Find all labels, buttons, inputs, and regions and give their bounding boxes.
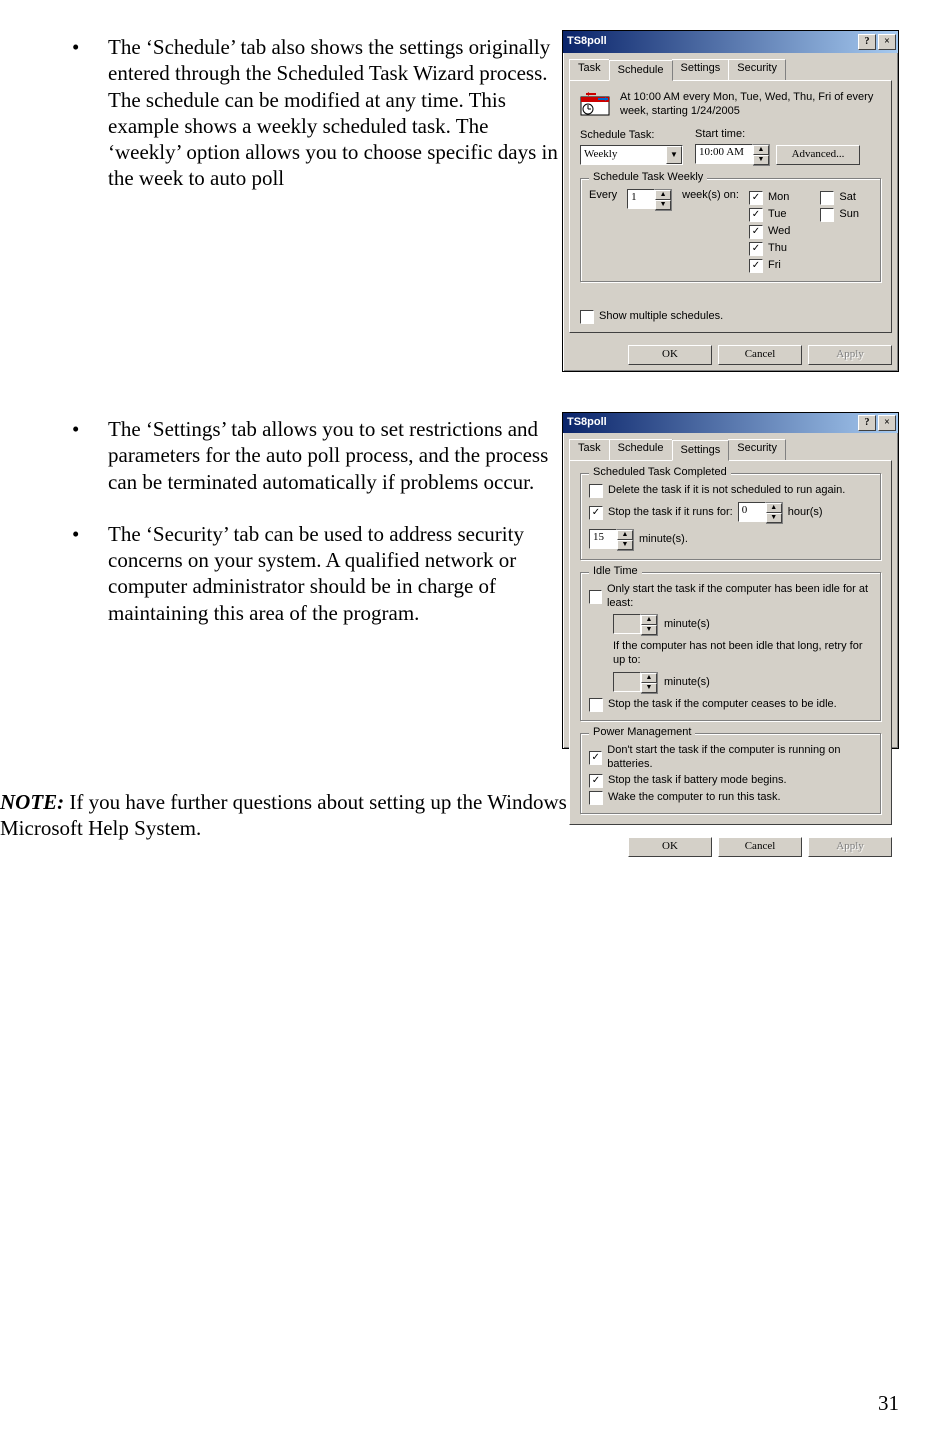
tab-task[interactable]: Task [569, 439, 610, 460]
schedule-icon [580, 91, 610, 117]
chk-stop-task[interactable]: ✓Stop the task if it runs for: 0▲▼ hour(… [589, 502, 872, 551]
chk-tue[interactable]: ✓Tue [749, 208, 790, 222]
apply-button[interactable]: Apply [808, 345, 892, 365]
page-number: 31 [878, 1390, 899, 1416]
chevron-down-icon[interactable]: ▼ [666, 146, 682, 164]
tabstrip: Task Schedule Settings Security [563, 53, 898, 80]
close-icon[interactable]: × [878, 415, 896, 431]
ok-button[interactable]: OK [628, 345, 712, 365]
dialog-title: TS8poll [567, 416, 607, 430]
idle-minutes-1[interactable]: ▲▼ [613, 614, 658, 636]
ok-button[interactable]: OK [628, 837, 712, 857]
close-icon[interactable]: × [878, 34, 896, 50]
every-label: Every [589, 189, 617, 203]
dialog-title: TS8poll [567, 35, 607, 49]
tab-schedule[interactable]: Schedule [609, 439, 673, 460]
chk-pm-wake[interactable]: Wake the computer to run this task. [589, 791, 872, 805]
chk-show-multiple[interactable]: Show multiple schedules. [580, 310, 723, 324]
group-completed: Scheduled Task Completed Delete the task… [580, 473, 881, 560]
group-idle: Idle Time Only start the task if the com… [580, 572, 881, 721]
schedule-summary: At 10:00 AM every Mon, Tue, Wed, Thu, Fr… [620, 91, 881, 119]
chk-delete-task[interactable]: Delete the task if it is not scheduled t… [589, 484, 872, 498]
chk-thu[interactable]: ✓Thu [749, 242, 790, 256]
schedule-task-label: Schedule Task: [580, 129, 683, 143]
chk-idle-stop[interactable]: Stop the task if the computer ceases to … [589, 698, 872, 712]
chk-pm-stop[interactable]: ✓Stop the task if battery mode begins. [589, 774, 872, 788]
schedule-task-select[interactable]: Weekly ▼ [580, 145, 683, 165]
chk-sun[interactable]: Sun [820, 208, 859, 222]
tab-security[interactable]: Security [728, 439, 786, 460]
idle-minutes-2[interactable]: ▲▼ [613, 672, 658, 694]
tab-task[interactable]: Task [569, 59, 610, 80]
every-input[interactable]: 1 ▲▼ [627, 189, 672, 211]
group-power: Power Management ✓Don't start the task i… [580, 733, 881, 815]
titlebar[interactable]: TS8poll ? × [563, 413, 898, 433]
bullet-schedule: The ‘Schedule’ tab also shows the settin… [72, 34, 562, 192]
apply-button[interactable]: Apply [808, 837, 892, 857]
note-label: NOTE: [0, 790, 64, 814]
chk-mon[interactable]: ✓Mon [749, 191, 790, 205]
help-icon[interactable]: ? [858, 415, 876, 431]
chk-sat[interactable]: Sat [820, 191, 859, 205]
advanced-button[interactable]: Advanced... [776, 145, 860, 165]
start-time-input[interactable]: 10:00 AM ▲▼ [695, 144, 770, 166]
cancel-button[interactable]: Cancel [718, 345, 802, 365]
dialog-schedule: TS8poll ? × Task Schedule Settings Secur… [562, 30, 899, 372]
bullet-settings: The ‘Settings’ tab allows you to set res… [72, 416, 562, 495]
idle-retry-label: If the computer has not been idle that l… [613, 640, 872, 668]
chk-idle-start[interactable]: Only start the task if the computer has … [589, 583, 872, 611]
help-icon[interactable]: ? [858, 34, 876, 50]
chk-fri[interactable]: ✓Fri [749, 259, 790, 273]
weeks-on-label: week(s) on: [682, 189, 739, 203]
titlebar[interactable]: TS8poll ? × [563, 31, 898, 53]
start-time-label: Start time: [695, 128, 860, 142]
cancel-button[interactable]: Cancel [718, 837, 802, 857]
group-weekly: Schedule Task Weekly Every 1 ▲▼ week(s) … [580, 178, 881, 282]
chk-wed[interactable]: ✓Wed [749, 225, 790, 239]
tab-settings[interactable]: Settings [672, 59, 730, 80]
tab-schedule[interactable]: Schedule [609, 60, 673, 81]
chk-pm-batteries[interactable]: ✓Don't start the task if the computer is… [589, 744, 872, 772]
tab-settings[interactable]: Settings [672, 440, 730, 461]
bullet-security: The ‘Security’ tab can be used to addres… [72, 521, 562, 626]
tab-security[interactable]: Security [728, 59, 786, 80]
dialog-settings: TS8poll ? × Task Schedule Settings Secur… [562, 412, 899, 749]
